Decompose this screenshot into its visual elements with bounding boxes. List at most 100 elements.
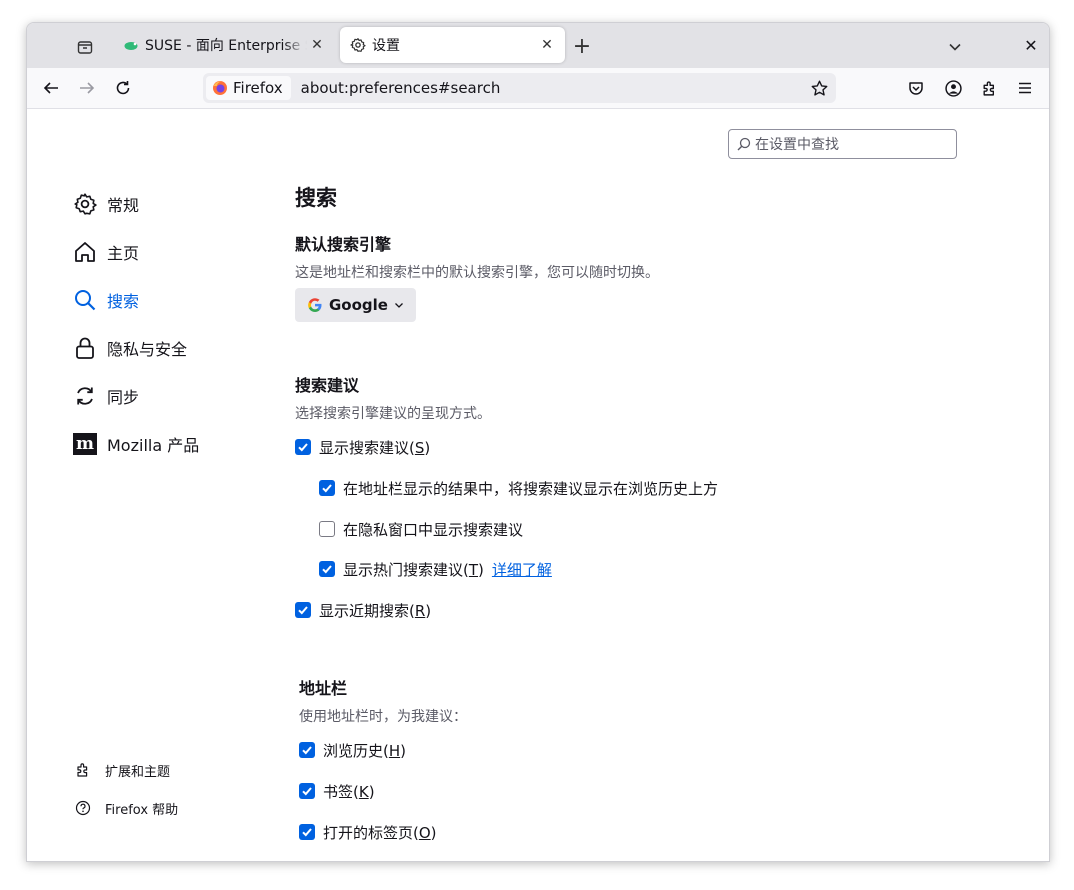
sidebar-item-label: 主页	[107, 244, 140, 263]
checkbox-label: 显示近期搜索(R)	[319, 601, 432, 620]
pocket-button[interactable]	[902, 74, 930, 102]
sidebar-item-sync[interactable]: 同步	[73, 381, 139, 411]
identity-box[interactable]: Firefox	[206, 76, 291, 100]
arrow-left-icon	[43, 82, 58, 94]
tab-title: SUSE - 面向 Enterprise Se	[145, 38, 307, 54]
window-close-button[interactable]: ✕	[1021, 35, 1041, 55]
checkbox-label: 显示热门搜索建议(T)	[343, 560, 484, 579]
pocket-icon	[909, 82, 923, 95]
list-all-tabs-button[interactable]	[943, 35, 967, 59]
chevron-down-icon	[949, 43, 961, 51]
chevron-down-icon	[395, 303, 403, 308]
tab-settings[interactable]: 设置 ✕	[340, 27, 565, 63]
search-icon	[73, 288, 97, 312]
sidebar-foot-label: 扩展和主题	[105, 764, 171, 780]
show-suggestions-checkbox[interactable]: 显示搜索建议(S)	[295, 436, 430, 458]
page-title: 搜索	[295, 186, 337, 210]
tab-suse[interactable]: SUSE - 面向 Enterprise Se ✕	[113, 27, 335, 63]
account-icon	[944, 79, 962, 97]
svg-text:m: m	[76, 434, 94, 454]
suse-chameleon-icon	[123, 37, 139, 53]
default-engine-value: Google	[329, 296, 388, 314]
recent-searches-checkbox[interactable]: 显示近期搜索(R)	[295, 599, 431, 621]
sidebar-item-label: 常规	[107, 196, 140, 215]
checkbox-checked-icon[interactable]	[295, 602, 311, 618]
private-suggestions-checkbox[interactable]: 在隐私窗口中显示搜索建议	[319, 518, 523, 540]
back-button[interactable]	[37, 74, 65, 102]
checkbox-label: 在隐私窗口中显示搜索建议	[343, 520, 524, 539]
checkbox-checked-icon[interactable]	[299, 742, 315, 758]
preferences-page: 在设置中查找 常规 主页 搜索 隐私与安全 同步 m Mozilla 产品 扩展…	[27, 109, 1049, 861]
sidebar-item-label: 同步	[107, 388, 140, 407]
identity-label: Firefox	[233, 79, 283, 97]
tab-strip: SUSE - 面向 Enterprise Se ✕ 设置 ✕ + ✕	[27, 23, 1049, 68]
sidebar-item-privacy[interactable]: 隐私与安全	[73, 333, 187, 363]
browsing-history-checkbox[interactable]: 浏览历史(H)	[299, 739, 406, 761]
url-bar[interactable]: Firefox about:preferences#search	[203, 73, 836, 103]
menu-button[interactable]	[1011, 74, 1039, 102]
reload-button[interactable]	[109, 74, 137, 102]
sidebar-foot-label: Firefox 帮助	[105, 802, 179, 818]
checkbox-checked-icon[interactable]	[299, 783, 315, 799]
suggestions-above-history-checkbox[interactable]: 在地址栏显示的结果中，将搜索建议显示在浏览历史上方	[319, 477, 718, 499]
checkbox-checked-icon[interactable]	[295, 439, 311, 455]
account-button[interactable]	[939, 74, 967, 102]
firefox-view-button[interactable]	[73, 35, 97, 59]
help-icon	[75, 800, 91, 816]
lock-icon	[73, 336, 97, 360]
extensions-button[interactable]	[975, 74, 1003, 102]
checkbox-label: 打开的标签页(O)	[323, 823, 437, 842]
mozilla-icon: m	[73, 432, 97, 456]
home-icon	[73, 240, 97, 264]
gear-icon	[73, 192, 97, 216]
address-bar-description: 使用地址栏时，为我建议：	[299, 709, 467, 725]
reload-icon	[116, 81, 130, 95]
bookmark-star-button[interactable]	[808, 77, 830, 99]
default-engine-description: 这是地址栏和搜索栏中的默认搜索引擎，您可以随时切换。	[295, 265, 659, 281]
checkbox-checked-icon[interactable]	[299, 824, 315, 840]
puzzle-icon	[982, 80, 994, 96]
sync-icon	[73, 384, 97, 408]
firefox-view-icon	[77, 41, 93, 54]
learn-more-link[interactable]: 详细了解	[492, 559, 552, 580]
puzzle-icon	[75, 762, 91, 778]
checkbox-unchecked-icon[interactable]	[319, 521, 335, 537]
bookmarks-checkbox[interactable]: 书签(K)	[299, 780, 375, 802]
sidebar-item-home[interactable]: 主页	[73, 237, 139, 267]
sidebar-item-label: 隐私与安全	[107, 340, 188, 359]
new-tab-button[interactable]: +	[570, 34, 594, 59]
sidebar-addons-link[interactable]: 扩展和主题	[75, 759, 170, 781]
gear-icon	[350, 37, 366, 53]
google-logo-icon	[308, 298, 322, 312]
checkbox-label: 显示搜索建议(S)	[319, 438, 431, 457]
sidebar-help-link[interactable]: Firefox 帮助	[75, 797, 178, 819]
checkbox-label: 书签(K)	[323, 782, 375, 801]
close-tab-icon[interactable]: ✕	[537, 35, 557, 55]
close-tab-icon[interactable]: ✕	[307, 35, 327, 55]
search-icon	[737, 137, 751, 151]
checkbox-checked-icon[interactable]	[319, 561, 335, 577]
forward-button[interactable]	[73, 74, 101, 102]
browser-window: SUSE - 面向 Enterprise Se ✕ 设置 ✕ + ✕ Firef…	[26, 22, 1050, 862]
suggestions-description: 选择搜索引擎建议的呈现方式。	[295, 406, 491, 422]
settings-search-input[interactable]: 在设置中查找	[728, 129, 957, 159]
trending-suggestions-checkbox[interactable]: 显示热门搜索建议(T) 详细了解	[319, 558, 552, 580]
firefox-logo-icon	[213, 81, 227, 95]
checkbox-label: 浏览历史(H)	[323, 741, 406, 760]
star-icon	[811, 80, 827, 96]
checkbox-label: 在地址栏显示的结果中，将搜索建议显示在浏览历史上方	[343, 479, 719, 498]
sidebar-item-general[interactable]: 常规	[73, 189, 139, 219]
checkbox-checked-icon[interactable]	[319, 480, 335, 496]
arrow-right-icon	[80, 82, 95, 94]
sidebar-item-search[interactable]: 搜索	[73, 285, 139, 315]
sidebar-item-mozilla[interactable]: m Mozilla 产品	[73, 429, 199, 459]
default-engine-dropdown[interactable]: Google	[295, 288, 416, 322]
sidebar-item-label: 搜索	[107, 292, 140, 311]
address-bar-heading: 地址栏	[299, 679, 348, 698]
tab-title: 设置	[372, 38, 400, 54]
open-tabs-checkbox[interactable]: 打开的标签页(O)	[299, 821, 437, 843]
url-text[interactable]: about:preferences#search	[301, 79, 501, 97]
default-engine-heading: 默认搜索引擎	[295, 235, 392, 254]
nav-bar: Firefox about:preferences#search	[27, 68, 1049, 109]
suggestions-heading: 搜索建议	[295, 376, 360, 395]
